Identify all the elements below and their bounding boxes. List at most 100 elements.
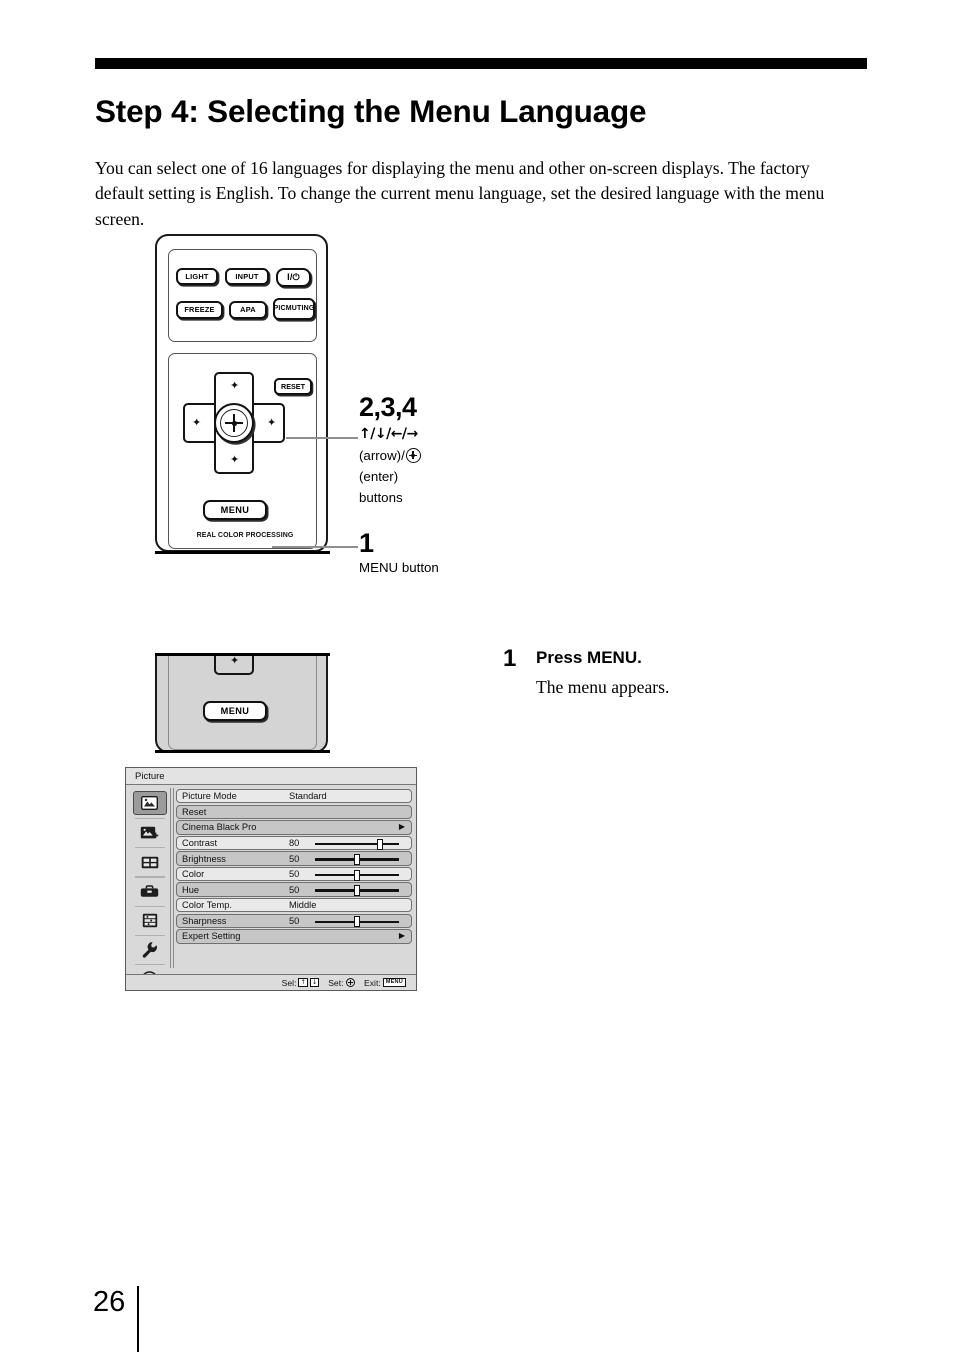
osd-slider-knob[interactable] <box>377 838 384 850</box>
callout-arrow-prefix: (arrow)/ <box>359 448 405 463</box>
page-number: 26 <box>93 1286 126 1318</box>
pic-muting-line1: PIC <box>273 305 286 313</box>
apa-button[interactable]: APA <box>229 301 267 319</box>
arrow-down-icon-cropped[interactable]: ✦ <box>230 655 239 666</box>
remote-control-illustration: LIGHT INPUT I/⏻ FREEZE APA PIC MUTING ✦ … <box>155 234 330 554</box>
sidebar-separator <box>134 963 165 966</box>
freeze-button[interactable]: FREEZE <box>176 301 223 319</box>
footer-rule <box>137 1286 140 1352</box>
osd-slider-knob[interactable] <box>354 885 360 897</box>
osd-slider-knob[interactable] <box>354 854 360 866</box>
osd-row[interactable]: Reset <box>176 804 412 819</box>
callout-menu-number: 1 <box>359 528 374 558</box>
remote-crop-edge <box>155 551 330 554</box>
osd-row-label: Hue <box>182 884 200 895</box>
toolbox-icon[interactable] <box>134 881 166 903</box>
sidebar-separator <box>134 876 165 878</box>
osd-row-slider[interactable] <box>315 838 399 850</box>
enter-center-dot <box>232 421 237 426</box>
reset-button[interactable]: RESET <box>274 378 312 395</box>
osd-slider-knob[interactable] <box>354 869 360 881</box>
callout-menu-label: MENU button <box>359 560 439 575</box>
step-number: 1 <box>503 645 517 672</box>
enter-glyph-icon <box>405 448 421 464</box>
osd-row-value: Middle <box>289 900 317 911</box>
enter-button[interactable] <box>214 403 254 443</box>
menu-button-cropped[interactable]: MENU <box>203 701 267 721</box>
osd-row[interactable]: Picture Mode Standard <box>176 789 412 804</box>
status-set-hint: Set: <box>328 978 355 988</box>
wrench-icon[interactable] <box>134 939 166 961</box>
real-color-processing-label: REAL COLOR PROCESSING <box>196 532 294 539</box>
osd-row[interactable]: Sharpness 50 <box>176 913 412 929</box>
sidebar-separator <box>134 934 165 936</box>
key-up-icon: ↑ <box>298 978 308 987</box>
callout-buttons-label: buttons <box>359 490 403 505</box>
osd-row-label: Brightness <box>182 853 226 864</box>
power-button[interactable]: I/⏻ <box>276 268 311 287</box>
submenu-arrow-icon: ▶ <box>398 822 405 832</box>
arrow-up-icon[interactable]: ✦ <box>230 380 239 391</box>
osd-row-label: Contrast <box>182 837 218 848</box>
pic-muting-line2: MUTING <box>285 305 315 313</box>
osd-row-slider[interactable] <box>315 916 399 928</box>
osd-row[interactable]: Hue 50 <box>176 882 412 897</box>
osd-row-value: 50 <box>289 853 300 864</box>
osd-row-label: Sharpness <box>182 915 227 926</box>
osd-menu-screenshot: Picture Picture ModeStandardResetCine <box>125 767 417 991</box>
osd-row[interactable]: Cinema Black Pro ▶ <box>176 820 412 835</box>
osd-row-slider[interactable] <box>315 885 399 897</box>
status-select-hint: Sel: ↑ ↓ <box>282 978 320 988</box>
osd-row-slider[interactable] <box>315 869 399 881</box>
osd-status-bar: Sel: ↑ ↓ Set: Exit: MENU <box>126 974 416 990</box>
sidebar-separator <box>134 818 165 820</box>
dpad-leader-line <box>286 437 358 440</box>
osd-row-value: 80 <box>289 837 300 848</box>
osd-row[interactable]: Expert Setting ▶ <box>176 929 412 944</box>
key-down-icon: ↓ <box>309 978 320 987</box>
key-menu-icon: MENU <box>382 978 406 987</box>
remote-cropped-bottom-edge <box>155 750 330 753</box>
osd-row-value: 50 <box>289 869 300 880</box>
menu-button[interactable]: MENU <box>203 500 267 520</box>
osd-title-bar: Picture <box>126 768 416 785</box>
osd-row[interactable]: Color Temp. Middle <box>176 898 412 913</box>
osd-row[interactable]: Color 50 <box>176 866 412 882</box>
status-exit-hint: Exit: MENU <box>364 978 406 988</box>
step-body-text: The menu appears. <box>536 677 670 697</box>
dpad-cross[interactable]: ✦ ✦ ✦ ✦ <box>183 372 285 474</box>
callout-arrow-glyphs: ↑/↓/←/→ <box>359 426 418 442</box>
osd-row[interactable]: Contrast 80 <box>176 835 412 851</box>
dpad-cross-cropped[interactable]: ✦ ✦ ✦ ✦ <box>183 653 285 675</box>
status-exit-label: Exit: <box>364 977 381 988</box>
arrow-down-icon[interactable]: ✦ <box>230 454 239 465</box>
osd-row-label: Color Temp. <box>182 900 232 911</box>
step-heading: Press MENU. <box>536 648 642 667</box>
input-button[interactable]: INPUT <box>225 268 269 285</box>
screen-grid-icon[interactable] <box>134 851 166 873</box>
remote-upper-panel <box>168 249 317 342</box>
arrow-right-icon[interactable]: ✦ <box>267 417 276 428</box>
key-enter-icon <box>345 977 355 988</box>
page-title: Step 4: Selecting the Menu Language <box>95 93 647 130</box>
osd-row-value: Standard <box>289 791 327 802</box>
setup-list-icon[interactable] <box>134 910 166 932</box>
submenu-arrow-icon: ▶ <box>398 931 405 941</box>
picture-plus-icon[interactable] <box>134 822 166 844</box>
light-button[interactable]: LIGHT <box>176 268 218 285</box>
picture-icon[interactable] <box>132 791 167 815</box>
sidebar-separator <box>134 905 165 907</box>
osd-row-slider[interactable] <box>315 854 399 866</box>
osd-slider-knob[interactable] <box>354 916 360 928</box>
header-rule <box>95 58 867 69</box>
osd-settings-list: Picture Mode Standard Reset Cinema Black Pr… <box>176 789 412 945</box>
arrow-left-icon[interactable]: ✦ <box>192 417 201 428</box>
osd-row-value: 50 <box>289 884 300 895</box>
pic-muting-button[interactable]: PIC MUTING <box>273 298 315 320</box>
intro-paragraph: You can select one of 16 languages for d… <box>95 157 825 229</box>
osd-row[interactable]: Brightness 50 <box>176 851 412 866</box>
status-select-label: Sel: <box>281 977 297 988</box>
osd-row-value: 50 <box>289 915 300 926</box>
menu-leader-line <box>272 546 358 549</box>
status-set-label: Set: <box>328 977 344 988</box>
